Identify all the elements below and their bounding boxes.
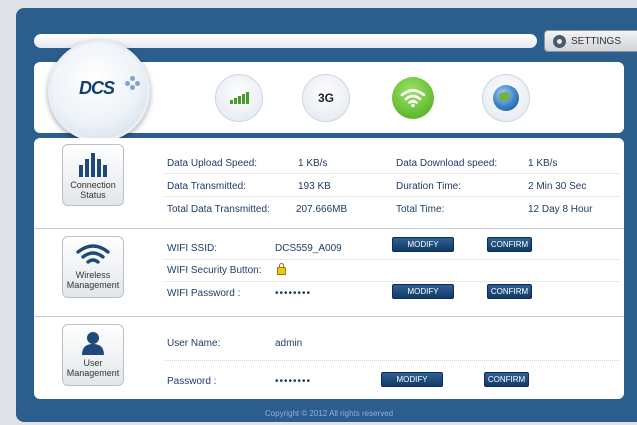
user-password-modify-button[interactable]: MODIFY <box>381 372 443 387</box>
upload-speed-value: 1 KB/s <box>298 158 328 169</box>
copyright-text: Copyright © 2012 All rights reserved <box>264 409 394 418</box>
total-transmitted-value: 207.666MB <box>296 204 348 215</box>
duration-time-value: 2 Min 30 Sec <box>528 181 587 192</box>
globe-icon <box>493 85 519 111</box>
duration-time-label: Duration Time: <box>396 181 462 192</box>
wifi-ssid-label: WIFI SSID: <box>167 243 217 254</box>
bar-chart-icon <box>79 153 107 177</box>
content-panel: Connection Status Data Upload Speed: 1 K… <box>34 138 624 399</box>
wifi-ssid-value: DCS559_A009 <box>275 243 342 254</box>
network-type-status: 3G <box>302 74 350 122</box>
wifi-icon <box>392 77 434 119</box>
username-label: User Name: <box>167 338 221 349</box>
user-management-box: User Management <box>62 324 124 386</box>
connection-caption-1: Connection <box>70 180 116 190</box>
user-password-label: Password : <box>167 376 217 387</box>
logo-dots-icon <box>125 75 141 91</box>
download-speed-label: Data Download speed: <box>396 158 498 169</box>
wifi-password-modify-button[interactable]: MODIFY <box>392 284 454 299</box>
wifi-password-confirm-button[interactable]: CONFIRM <box>487 284 532 299</box>
data-transmitted-label: Data Transmitted: <box>167 181 246 192</box>
signal-strength-icon <box>229 92 249 104</box>
upload-speed-label: Data Upload Speed: <box>167 158 258 169</box>
wifi-icon <box>76 244 110 264</box>
data-transmitted-value: 193 KB <box>298 181 331 192</box>
wireless-caption-2: Management <box>66 280 120 290</box>
wifi-password-value[interactable]: •••••••• <box>275 288 311 299</box>
total-time-label: Total Time: <box>396 204 445 215</box>
wireless-management-box: Wireless Management <box>62 236 124 298</box>
user-icon <box>82 332 104 355</box>
total-time-value: 12 Day 8 Hour <box>528 204 593 215</box>
settings-button[interactable]: SETTINGS <box>544 30 637 52</box>
user-caption-1: User <box>83 358 103 368</box>
wifi-ssid-confirm-button[interactable]: CONFIRM <box>487 237 532 252</box>
router-dashboard: SETTINGS 3G DCS Connection Status Data U… <box>16 8 637 422</box>
gear-icon <box>553 34 566 48</box>
user-caption-2: Management <box>66 368 120 378</box>
wifi-security-label: WIFI Security Button: <box>167 265 262 276</box>
wifi-status <box>389 74 437 122</box>
wireless-caption-1: Wireless <box>75 270 111 280</box>
user-password-confirm-button[interactable]: CONFIRM <box>484 372 529 387</box>
wifi-ssid-modify-button[interactable]: MODIFY <box>392 237 454 252</box>
internet-status <box>482 74 530 122</box>
logo-badge: DCS <box>48 40 150 142</box>
username-value: admin <box>275 338 303 349</box>
user-password-value[interactable]: •••••••• <box>275 376 311 387</box>
wifi-password-label: WIFI Password : <box>167 288 241 299</box>
connection-status-box: Connection Status <box>62 144 124 206</box>
signal-status <box>215 74 263 122</box>
lock-icon[interactable] <box>277 263 286 275</box>
download-speed-value: 1 KB/s <box>528 158 558 169</box>
total-transmitted-label: Total Data Transmitted: <box>167 204 270 215</box>
settings-label: SETTINGS <box>571 35 622 47</box>
brand-logo: DCS <box>79 78 115 98</box>
network-type-label: 3G <box>317 91 334 105</box>
connection-caption-2: Status <box>80 190 106 200</box>
